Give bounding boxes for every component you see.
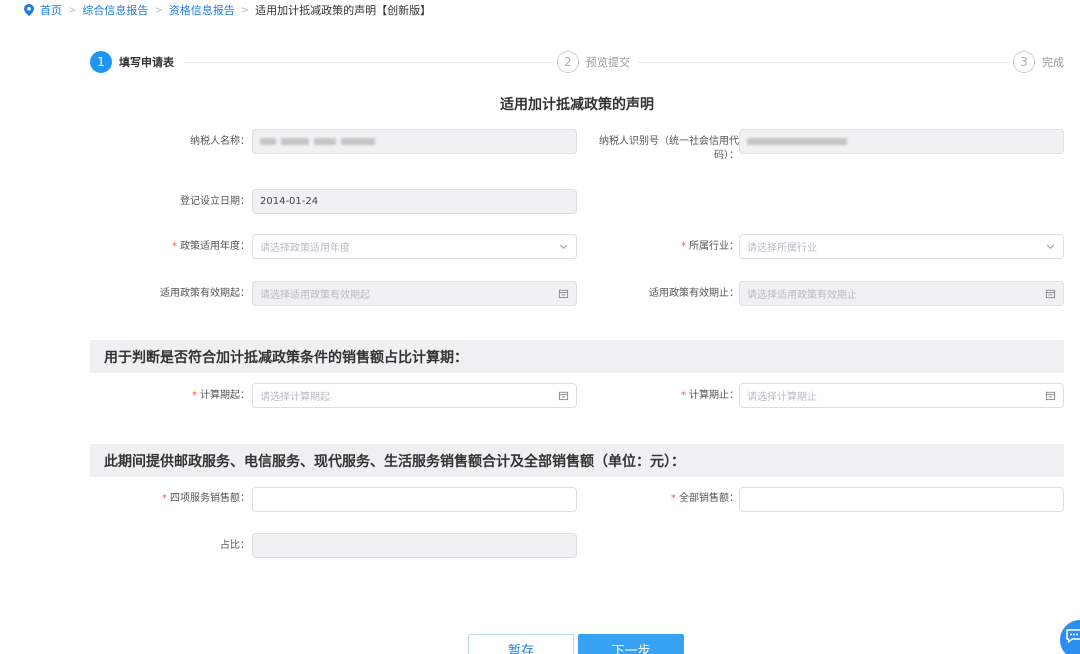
register-date-value: 2014-01-24 xyxy=(260,196,319,207)
taxpayer-id-label-line1: 纳税人识别号（统一社会信用代 xyxy=(599,136,739,147)
calendar-icon xyxy=(1045,289,1056,299)
breadcrumb-home-link[interactable]: 首页 xyxy=(40,2,62,18)
breadcrumb-current: 适用加计抵减政策的声明【创新版】 xyxy=(255,4,432,17)
redacted-value xyxy=(314,138,336,145)
redacted-value xyxy=(341,138,375,145)
calc-start-label: * 计算期起： xyxy=(192,389,250,403)
chat-icon xyxy=(1066,629,1080,643)
step-preview-submit: 2 预览提交 xyxy=(557,51,630,73)
breadcrumb-separator-icon: > xyxy=(240,4,250,16)
calendar-icon xyxy=(558,289,569,299)
step-complete: 3 完成 xyxy=(1013,51,1064,73)
industry-label-text: 所属行业： xyxy=(689,241,739,252)
taxpayer-name-label: 纳税人名称： xyxy=(190,136,250,147)
calendar-icon xyxy=(558,391,569,401)
effective-start-date-field: 请选择适用政策有效期起 xyxy=(252,281,577,306)
ratio-field xyxy=(252,533,577,558)
calc-start-label-text: 计算期起： xyxy=(200,390,250,401)
register-date-label: 登记设立日期： xyxy=(180,196,250,207)
step-connector xyxy=(638,62,1010,63)
taxpayer-id-label-line2: 码）： xyxy=(714,150,739,161)
policy-year-label: * 政策适用年度： xyxy=(172,240,250,254)
calc-end-placeholder: 请选择计算期止 xyxy=(747,392,817,403)
taxpayer-name-field xyxy=(252,129,577,154)
step-number: 1 xyxy=(90,51,112,73)
effective-end-label: 适用政策有效期止： xyxy=(649,288,739,299)
four-services-label-text: 四项服务销售额： xyxy=(170,493,250,504)
redacted-value xyxy=(747,138,847,145)
industry-label: * 所属行业： xyxy=(681,240,739,254)
location-pin-icon xyxy=(24,4,34,16)
effective-start-label: 适用政策有效期起： xyxy=(160,288,250,299)
effective-end-date-field: 请选择适用政策有效期止 xyxy=(739,281,1064,306)
industry-placeholder: 请选择所属行业 xyxy=(747,243,817,254)
breadcrumb-qualification-report-link[interactable]: 资格信息报告 xyxy=(169,2,235,18)
step-fill-application: 1 填写申请表 xyxy=(90,51,174,73)
chevron-down-icon xyxy=(1046,244,1055,250)
next-step-button[interactable]: 下一步 xyxy=(578,634,684,654)
calc-end-date-input[interactable]: 请选择计算期止 xyxy=(739,383,1064,408)
calc-end-label: * 计算期止： xyxy=(681,389,739,403)
chevron-down-icon xyxy=(559,244,568,250)
total-sales-label: * 全部销售额： xyxy=(671,492,739,506)
required-mark: * xyxy=(681,241,686,252)
step-number: 3 xyxy=(1013,51,1035,73)
effective-start-placeholder: 请选择适用政策有效期起 xyxy=(260,290,370,301)
industry-select[interactable]: 请选择所属行业 xyxy=(739,234,1064,259)
step-label: 填写申请表 xyxy=(119,56,174,69)
taxpayer-id-label: 纳税人识别号（统一社会信用代 码）： xyxy=(599,135,739,163)
taxpayer-id-field xyxy=(739,129,1064,154)
breadcrumb: 首页 > 综合信息报告 > 资格信息报告 > 适用加计抵减政策的声明【创新版】 xyxy=(24,2,431,18)
chat-float-button[interactable] xyxy=(1060,620,1080,654)
redacted-value xyxy=(260,138,276,145)
effective-end-placeholder: 请选择适用政策有效期止 xyxy=(747,290,857,301)
required-mark: * xyxy=(192,390,197,401)
step-label: 预览提交 xyxy=(586,56,630,69)
form-title: 适用加计抵减政策的声明 xyxy=(500,97,654,113)
calc-end-label-text: 计算期止： xyxy=(689,390,739,401)
total-sales-input[interactable] xyxy=(739,487,1064,512)
four-services-label: * 四项服务销售额： xyxy=(162,492,250,506)
calc-start-placeholder: 请选择计算期起 xyxy=(260,392,330,403)
step-label: 完成 xyxy=(1042,56,1064,69)
breadcrumb-separator-icon: > xyxy=(154,4,163,16)
required-mark: * xyxy=(172,241,177,252)
required-mark: * xyxy=(681,390,686,401)
total-sales-label-text: 全部销售额： xyxy=(679,493,739,504)
policy-year-placeholder: 请选择政策适用年度 xyxy=(260,243,350,254)
step-progress: 1 填写申请表 2 预览提交 3 完成 xyxy=(90,51,1064,73)
calc-start-date-input[interactable]: 请选择计算期起 xyxy=(252,383,577,408)
step-connector xyxy=(184,62,554,63)
section-sales-ratio-period: 用于判断是否符合加计抵减政策条件的销售额占比计算期： xyxy=(90,340,1064,373)
four-services-sales-input[interactable] xyxy=(252,487,577,512)
breadcrumb-comprehensive-report-link[interactable]: 综合信息报告 xyxy=(82,2,148,18)
register-date-field: 2014-01-24 xyxy=(252,189,577,214)
redacted-value xyxy=(281,138,309,145)
step-number: 2 xyxy=(557,51,579,73)
calendar-icon xyxy=(1045,391,1056,401)
required-mark: * xyxy=(162,493,167,504)
save-draft-button[interactable]: 暂存 xyxy=(468,634,574,654)
breadcrumb-separator-icon: > xyxy=(68,4,77,16)
section-sales-amount: 此期间提供邮政服务、电信服务、现代服务、生活服务销售额合计及全部销售额（单位：元… xyxy=(90,444,1064,477)
required-mark: * xyxy=(671,493,676,504)
policy-year-label-text: 政策适用年度： xyxy=(180,241,250,252)
ratio-label: 占比： xyxy=(220,540,250,551)
policy-year-select[interactable]: 请选择政策适用年度 xyxy=(252,234,577,259)
